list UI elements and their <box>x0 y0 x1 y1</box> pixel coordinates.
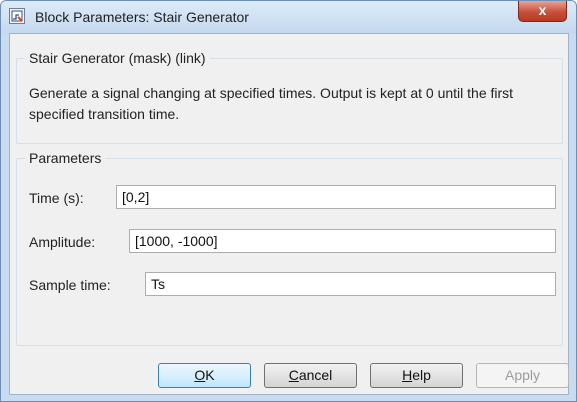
mask-description-group: Stair Generator (mask) (link) Generate a… <box>16 50 563 144</box>
help-label: elp <box>412 367 431 383</box>
sample-time-label: Sample time: <box>29 277 111 293</box>
time-input[interactable]: [0,2] <box>116 185 556 209</box>
amplitude-input[interactable]: [1000, -1000] <box>129 229 556 253</box>
mask-description: Generate a signal changing at specified … <box>29 85 514 122</box>
parameters-group: Parameters Time (s): [0,2] Amplitude: [1… <box>16 150 563 346</box>
dialog-client-area: Stair Generator (mask) (link) Generate a… <box>9 33 569 395</box>
ok-button[interactable]: OK <box>158 363 251 388</box>
parameters-group-label: Parameters <box>25 150 106 166</box>
mask-group-label: Stair Generator (mask) (link) <box>25 50 210 66</box>
cancel-button[interactable]: Cancel <box>264 363 357 388</box>
cancel-mnemonic: C <box>288 367 299 383</box>
time-label: Time (s): <box>29 190 84 206</box>
close-icon: x <box>538 2 547 18</box>
apply-button[interactable]: Apply <box>476 363 569 388</box>
help-button[interactable]: Help <box>370 363 463 388</box>
dialog-window: Block Parameters: Stair Generator x Stai… <box>0 0 577 402</box>
cancel-label: ancel <box>298 367 333 383</box>
ok-label: K <box>205 367 215 383</box>
window-title: Block Parameters: Stair Generator <box>35 9 249 25</box>
simulink-block-icon <box>9 8 25 24</box>
ok-mnemonic: O <box>194 367 206 383</box>
amplitude-label: Amplitude: <box>29 234 96 250</box>
sample-time-input[interactable]: Ts <box>145 272 556 296</box>
title-bar[interactable]: Block Parameters: Stair Generator x <box>1 1 576 33</box>
help-mnemonic: H <box>402 367 413 383</box>
close-button[interactable]: x <box>518 1 567 22</box>
apply-label: Apply <box>504 367 541 383</box>
